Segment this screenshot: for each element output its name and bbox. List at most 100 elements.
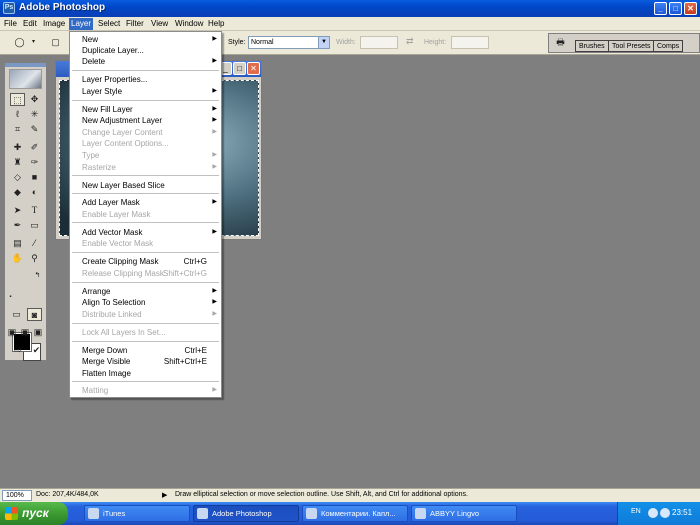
menu-item-merge-visible[interactable]: Merge Visible Shift+Ctrl+E [70, 356, 221, 367]
style-select[interactable]: Normal ▼ [248, 36, 330, 49]
menu-item-label: Layer Style [82, 87, 123, 96]
taskbar-item-itunes[interactable]: iTunes [84, 505, 190, 522]
history-brush-icon[interactable]: ✑ [27, 156, 42, 169]
submenu-arrow-icon: ▶ [212, 117, 217, 123]
default-colors-icon[interactable]: ▪ [6, 291, 15, 304]
menu-item-add-layer-mask[interactable]: Add Layer Mask ▶ [70, 197, 221, 208]
menu-item-duplicate-layer[interactable]: Duplicate Layer... [70, 45, 221, 56]
submenu-arrow-icon: ▶ [212, 288, 217, 294]
menu-edit[interactable]: Edit [21, 18, 39, 30]
path-selection-icon[interactable]: ➤ [10, 204, 25, 217]
tab-brushes[interactable]: Brushes [575, 40, 609, 52]
swap-colors-icon[interactable]: ↰ [33, 269, 42, 282]
clone-stamp-icon[interactable]: ♜ [10, 156, 25, 169]
menu-select[interactable]: Select [96, 18, 122, 30]
doc-close-button[interactable]: ✕ [247, 62, 260, 75]
menu-item-enable-layer-mask: Enable Layer Mask [70, 209, 221, 220]
gradient-tool-icon[interactable]: ■ [27, 171, 42, 184]
menu-view[interactable]: View [149, 18, 170, 30]
menu-item-layer-properties[interactable]: Layer Properties... [70, 74, 221, 85]
magic-wand-icon[interactable]: ✳ [27, 108, 42, 121]
zoom-level-field[interactable]: 100% [2, 490, 32, 501]
menu-item-new-adjustment-layer[interactable]: New Adjustment Layer ▶ [70, 115, 221, 126]
lasso-tool-icon[interactable]: ℓ [10, 108, 25, 121]
feather-logo[interactable] [9, 69, 42, 89]
toolbox: ⬚ ✥ ℓ ✳ ⌗ ✎ ✚ ✐ ♜ ✑ ◇ ■ ◆ ◐ ➤ T ✒ ▭ ▤ ⁄ … [4, 62, 47, 361]
elliptical-marquee-preset-icon[interactable]: ◯ [12, 36, 27, 49]
toolbox-header[interactable] [5, 63, 46, 67]
swap-icon[interactable]: ⇄ [406, 36, 414, 47]
marquee-tool-icon[interactable]: ⬚ [10, 93, 25, 106]
pen-tool-icon[interactable]: ✒ [10, 219, 25, 232]
blur-tool-icon[interactable]: ◆ [10, 186, 25, 199]
shape-tool-icon[interactable]: ▭ [27, 219, 42, 232]
menu-filter[interactable]: Filter [124, 18, 146, 30]
menu-item-shortcut: Ctrl+G [183, 257, 207, 266]
tray-network-icon[interactable] [660, 508, 670, 518]
menu-separator [72, 252, 219, 253]
width-field[interactable] [360, 36, 398, 49]
minimize-button[interactable]: _ [654, 2, 667, 15]
menu-file[interactable]: File [2, 18, 19, 30]
menu-window[interactable]: Window [173, 18, 205, 30]
menu-help[interactable]: Help [206, 18, 226, 30]
tab-comps[interactable]: Comps [653, 40, 684, 52]
healing-brush-icon[interactable]: ✚ [10, 141, 25, 154]
screen-mode-full-menu-icon[interactable]: ▣ [19, 326, 31, 339]
notes-tool-icon[interactable]: ▤ [10, 237, 25, 250]
menu-item-new-fill-layer[interactable]: New Fill Layer ▶ [70, 104, 221, 115]
menu-item-flatten-image[interactable]: Flatten Image [70, 368, 221, 379]
status-menu-arrow-icon[interactable]: ▶ [162, 491, 167, 499]
taskbar-item-lingvo[interactable]: ABBYY Lingvo [411, 505, 517, 522]
menu-layer[interactable]: Layer [69, 18, 94, 30]
language-indicator[interactable]: EN [631, 508, 641, 515]
slice-tool-icon[interactable]: ✎ [27, 123, 42, 136]
screen-mode-full-icon[interactable]: ▣ [32, 326, 44, 339]
new-selection-icon[interactable]: ▢ [48, 36, 63, 49]
eraser-tool-icon[interactable]: ◇ [10, 171, 25, 184]
preset-dropdown-icon[interactable]: ▾ [26, 36, 41, 49]
menu-item-align-to-selection[interactable]: Align To Selection ▶ [70, 297, 221, 308]
dodge-tool-icon[interactable]: ◐ [27, 186, 42, 199]
menu-item-label: Distribute Linked [82, 310, 142, 319]
eyedropper-icon[interactable]: ⁄ [27, 237, 42, 250]
maximize-button[interactable]: □ [669, 2, 682, 15]
menu-item-new[interactable]: New ▶ [70, 34, 221, 45]
submenu-arrow-icon: ▶ [212, 387, 217, 393]
hand-tool-icon[interactable]: ✋ [10, 252, 25, 265]
menu-item-label: Enable Vector Mask [82, 239, 154, 248]
height-label: Height: [424, 39, 447, 46]
standard-mode-icon[interactable]: ▭ [9, 308, 24, 321]
layer-menu: New ▶ Duplicate Layer... Delete ▶ Layer Pr… [69, 31, 222, 398]
zoom-tool-icon[interactable]: ⚲ [27, 252, 42, 265]
menu-item-label: Merge Down [82, 346, 128, 355]
close-button[interactable]: ✕ [684, 2, 697, 15]
taskbar-item-browser[interactable]: Комментарии. Капл... [302, 505, 408, 522]
brush-tool-icon[interactable]: ✐ [27, 141, 42, 154]
menu-item-layer-style[interactable]: Layer Style ▶ [70, 86, 221, 97]
menu-separator [72, 100, 219, 101]
tray-volume-icon[interactable] [648, 508, 658, 518]
type-tool-icon[interactable]: T [27, 204, 42, 217]
menu-item-merge-down[interactable]: Merge Down Ctrl+E [70, 345, 221, 356]
quick-mask-icon[interactable]: ◙ [27, 308, 42, 321]
menu-item-arrange[interactable]: Arrange ▶ [70, 286, 221, 297]
chevron-down-icon: ▼ [318, 37, 329, 48]
menu-item-add-vector-mask[interactable]: Add Vector Mask ▶ [70, 227, 221, 238]
move-tool-icon[interactable]: ✥ [27, 93, 42, 106]
height-field[interactable] [451, 36, 489, 49]
menu-image[interactable]: Image [41, 18, 67, 30]
crop-tool-icon[interactable]: ⌗ [10, 123, 25, 136]
menu-item-label: Enable Layer Mask [82, 210, 151, 219]
doc-maximize-button[interactable]: □ [233, 62, 246, 75]
menu-item-new-layer-based-slice[interactable]: New Layer Based Slice [70, 180, 221, 191]
menu-item-label: Release Clipping Mask [82, 269, 164, 278]
jump-to-imageready-icon[interactable]: ⇨ [9, 344, 27, 357]
taskbar-item-photoshop[interactable]: Adobe Photoshop [193, 505, 299, 522]
start-button[interactable]: пуск [0, 502, 68, 525]
check-icon[interactable]: ✔ [29, 344, 44, 357]
screen-mode-standard-icon[interactable]: ▣ [6, 326, 18, 339]
menu-item-create-clipping-mask[interactable]: Create Clipping Mask Ctrl+G [70, 256, 221, 267]
tab-tool-presets[interactable]: Tool Presets [608, 40, 655, 52]
menu-item-delete[interactable]: Delete ▶ [70, 56, 221, 67]
